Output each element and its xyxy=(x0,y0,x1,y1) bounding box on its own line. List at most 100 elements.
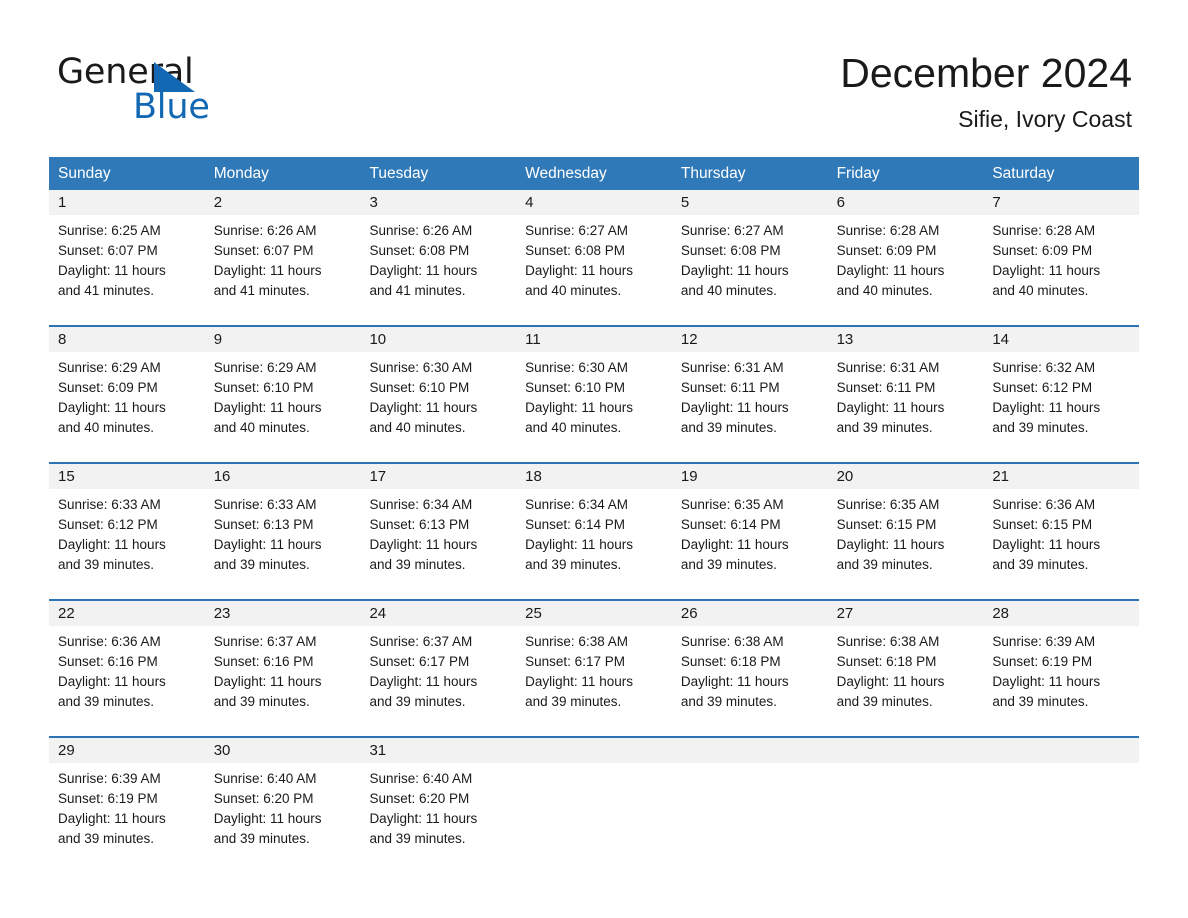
daylight-text-line1: Daylight: 11 hours xyxy=(525,400,633,415)
daylight-text-line1: Daylight: 11 hours xyxy=(992,400,1101,415)
sunrise-text: Sunrise: 6:36 AM xyxy=(58,634,161,649)
day-cell[interactable]: 2 Sunrise: 6:26 AM Sunset: 6:07 PM Dayli… xyxy=(204,190,361,303)
day-number: 14 xyxy=(983,327,1140,352)
daylight-text-line1: Daylight: 11 hours xyxy=(680,400,789,415)
day-cell[interactable]: 15 Sunrise: 6:33 AM Sunset: 6:12 PM Dayl… xyxy=(49,464,205,577)
day-cell[interactable]: 30 Sunrise: 6:40 AM Sunset: 6:20 PM Dayl… xyxy=(204,738,361,851)
daylight-text-line1: Daylight: 11 hours xyxy=(369,400,478,415)
title-block: December 2024 Sifie, Ivory Coast xyxy=(840,48,1132,133)
day-cell[interactable]: 28 Sunrise: 6:39 AM Sunset: 6:19 PM Dayl… xyxy=(983,601,1140,714)
day-cell[interactable]: 1 Sunrise: 6:25 AM Sunset: 6:07 PM Dayli… xyxy=(49,190,205,303)
general-blue-logo[interactable]: General Blue xyxy=(57,52,387,130)
daylight-text-line2: and 40 minutes. xyxy=(525,283,622,298)
day-cell[interactable]: 25 Sunrise: 6:38 AM Sunset: 6:17 PM Dayl… xyxy=(516,601,672,714)
sunset-text: Sunset: 6:08 PM xyxy=(525,243,625,258)
day-cell[interactable]: 3 Sunrise: 6:26 AM Sunset: 6:08 PM Dayli… xyxy=(360,190,517,303)
daylight-text-line2: and 39 minutes. xyxy=(836,557,933,572)
daylight-text-line1: Daylight: 11 hours xyxy=(369,263,478,278)
day-number: 28 xyxy=(983,601,1140,626)
weekday-header-tuesday: Tuesday xyxy=(369,165,429,182)
sunset-text: Sunset: 6:09 PM xyxy=(992,243,1093,258)
day-cell[interactable]: 7 Sunrise: 6:28 AM Sunset: 6:09 PM Dayli… xyxy=(983,190,1140,303)
day-cell[interactable]: 6 Sunrise: 6:28 AM Sunset: 6:09 PM Dayli… xyxy=(827,190,984,303)
week-row: 29 Sunrise: 6:39 AM Sunset: 6:19 PM Dayl… xyxy=(49,736,1140,851)
sunrise-text: Sunrise: 6:38 AM xyxy=(525,634,628,649)
day-number: 30 xyxy=(204,738,361,763)
sunset-text: Sunset: 6:08 PM xyxy=(680,243,781,258)
day-details: Sunrise: 6:27 AM Sunset: 6:08 PM Dayligh… xyxy=(672,215,828,301)
calendar-grid: Sunday Monday Tuesday Wednesday Thursday… xyxy=(49,157,1140,851)
day-cell[interactable]: 5 Sunrise: 6:27 AM Sunset: 6:08 PM Dayli… xyxy=(671,190,828,303)
daylight-text-line1: Daylight: 11 hours xyxy=(369,674,478,689)
day-cell[interactable]: 13 Sunrise: 6:31 AM Sunset: 6:11 PM Dayl… xyxy=(827,327,984,440)
day-cell[interactable]: 27 Sunrise: 6:38 AM Sunset: 6:18 PM Dayl… xyxy=(827,601,984,714)
sunrise-text: Sunrise: 6:33 AM xyxy=(213,497,317,512)
day-cell[interactable]: 29 Sunrise: 6:39 AM Sunset: 6:19 PM Dayl… xyxy=(49,738,205,851)
sunset-text: Sunset: 6:17 PM xyxy=(369,654,470,669)
daylight-text-line1: Daylight: 11 hours xyxy=(213,400,322,415)
day-cell[interactable]: 9 Sunrise: 6:29 AM Sunset: 6:10 PM Dayli… xyxy=(204,327,361,440)
week-spacer xyxy=(49,303,1139,325)
daylight-text-line1: Daylight: 11 hours xyxy=(58,537,166,552)
day-cell[interactable]: 19 Sunrise: 6:35 AM Sunset: 6:14 PM Dayl… xyxy=(671,464,828,577)
sunset-text: Sunset: 6:11 PM xyxy=(836,380,936,395)
sunrise-text: Sunrise: 6:39 AM xyxy=(992,634,1096,649)
day-details: Sunrise: 6:26 AM Sunset: 6:08 PM Dayligh… xyxy=(360,215,516,301)
day-cell[interactable]: 8 Sunrise: 6:29 AM Sunset: 6:09 PM Dayli… xyxy=(49,327,205,440)
day-details: Sunrise: 6:37 AM Sunset: 6:16 PM Dayligh… xyxy=(205,626,361,712)
day-cell[interactable]: 11 Sunrise: 6:30 AM Sunset: 6:10 PM Dayl… xyxy=(516,327,672,440)
sunset-text: Sunset: 6:15 PM xyxy=(836,517,937,532)
sunset-text: Sunset: 6:19 PM xyxy=(992,654,1093,669)
logo-text-blue: Blue xyxy=(133,87,210,127)
sunset-text: Sunset: 6:12 PM xyxy=(992,380,1093,395)
daylight-text-line1: Daylight: 11 hours xyxy=(992,537,1101,552)
day-cell[interactable]: 10 Sunrise: 6:30 AM Sunset: 6:10 PM Dayl… xyxy=(360,327,517,440)
day-cell[interactable]: 24 Sunrise: 6:37 AM Sunset: 6:17 PM Dayl… xyxy=(360,601,517,714)
day-details: Sunrise: 6:26 AM Sunset: 6:07 PM Dayligh… xyxy=(205,215,361,301)
day-cell[interactable]: 23 Sunrise: 6:37 AM Sunset: 6:16 PM Dayl… xyxy=(204,601,361,714)
day-number: 15 xyxy=(49,464,205,489)
daylight-text-line1: Daylight: 11 hours xyxy=(836,400,945,415)
day-number: 1 xyxy=(49,190,205,215)
day-cell[interactable]: 4 Sunrise: 6:27 AM Sunset: 6:08 PM Dayli… xyxy=(516,190,672,303)
day-cell[interactable]: 17 Sunrise: 6:34 AM Sunset: 6:13 PM Dayl… xyxy=(360,464,517,577)
day-cell[interactable]: 21 Sunrise: 6:36 AM Sunset: 6:15 PM Dayl… xyxy=(983,464,1140,577)
daylight-text-line1: Daylight: 11 hours xyxy=(58,811,166,826)
sunrise-text: Sunrise: 6:27 AM xyxy=(680,223,784,238)
day-cell-empty xyxy=(671,738,828,851)
sunset-text: Sunset: 6:19 PM xyxy=(58,791,158,806)
daylight-text-line1: Daylight: 11 hours xyxy=(680,674,789,689)
day-number: 7 xyxy=(983,190,1140,215)
day-cell[interactable]: 14 Sunrise: 6:32 AM Sunset: 6:12 PM Dayl… xyxy=(983,327,1140,440)
day-cell[interactable]: 12 Sunrise: 6:31 AM Sunset: 6:11 PM Dayl… xyxy=(671,327,828,440)
sunset-text: Sunset: 6:13 PM xyxy=(369,517,470,532)
day-details: Sunrise: 6:28 AM Sunset: 6:09 PM Dayligh… xyxy=(983,215,1139,301)
day-cell[interactable]: 22 Sunrise: 6:36 AM Sunset: 6:16 PM Dayl… xyxy=(49,601,205,714)
sunset-text: Sunset: 6:09 PM xyxy=(836,243,937,258)
day-cell[interactable]: 20 Sunrise: 6:35 AM Sunset: 6:15 PM Dayl… xyxy=(827,464,984,577)
sunset-text: Sunset: 6:08 PM xyxy=(369,243,470,258)
daylight-text-line2: and 39 minutes. xyxy=(680,694,777,709)
daylight-text-line1: Daylight: 11 hours xyxy=(58,263,166,278)
day-number: 13 xyxy=(827,327,984,352)
sunset-text: Sunset: 6:12 PM xyxy=(58,517,158,532)
day-cell[interactable]: 16 Sunrise: 6:33 AM Sunset: 6:13 PM Dayl… xyxy=(204,464,361,577)
sunrise-text: Sunrise: 6:30 AM xyxy=(369,360,473,375)
day-number: 6 xyxy=(827,190,984,215)
day-cell[interactable]: 26 Sunrise: 6:38 AM Sunset: 6:18 PM Dayl… xyxy=(671,601,828,714)
day-details: Sunrise: 6:38 AM Sunset: 6:17 PM Dayligh… xyxy=(516,626,672,712)
sunrise-text: Sunrise: 6:34 AM xyxy=(525,497,628,512)
sunset-text: Sunset: 6:14 PM xyxy=(680,517,781,532)
daylight-text-line1: Daylight: 11 hours xyxy=(680,263,789,278)
daylight-text-line1: Daylight: 11 hours xyxy=(213,674,322,689)
day-number: 19 xyxy=(671,464,828,489)
day-details: Sunrise: 6:38 AM Sunset: 6:18 PM Dayligh… xyxy=(828,626,984,712)
day-number: 16 xyxy=(204,464,361,489)
day-cell[interactable]: 18 Sunrise: 6:34 AM Sunset: 6:14 PM Dayl… xyxy=(516,464,672,577)
day-number: 20 xyxy=(827,464,984,489)
daylight-text-line1: Daylight: 11 hours xyxy=(58,400,166,415)
sunset-text: Sunset: 6:10 PM xyxy=(525,380,625,395)
day-cell[interactable]: 31 Sunrise: 6:40 AM Sunset: 6:20 PM Dayl… xyxy=(360,738,517,851)
daylight-text-line1: Daylight: 11 hours xyxy=(213,811,322,826)
day-number xyxy=(516,738,672,763)
